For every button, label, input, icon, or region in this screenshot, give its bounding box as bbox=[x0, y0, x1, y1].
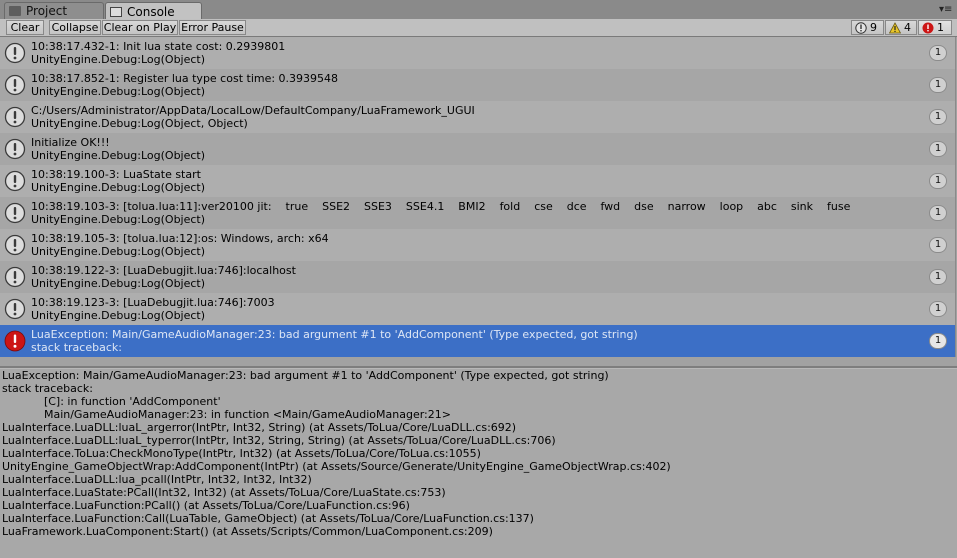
log-source: UnityEngine.Debug:Log(Object) bbox=[31, 245, 206, 258]
log-message: 10:38:19.103-3: [tolua.lua:11]:ver20100 … bbox=[31, 200, 851, 213]
log-source: UnityEngine.Debug:Log(Object) bbox=[31, 149, 206, 162]
error-filter-toggle[interactable]: 1 bbox=[918, 20, 952, 35]
log-entry[interactable]: 10:38:17.432-1: Init lua state cost: 0.2… bbox=[0, 37, 955, 69]
collapse-count-badge: 1 bbox=[929, 205, 947, 221]
log-source: UnityEngine.Debug:Log(Object) bbox=[31, 213, 206, 226]
collapse-count-badge: 1 bbox=[929, 77, 947, 93]
collapse-count-badge: 1 bbox=[929, 301, 947, 317]
log-message: 10:38:19.105-3: [tolua.lua:12]:os: Windo… bbox=[31, 232, 329, 245]
warning-icon bbox=[889, 21, 901, 33]
log-count: 9 bbox=[870, 21, 877, 34]
stack-trace-line: UnityEngine_GameObjectWrap:AddComponent(… bbox=[2, 460, 671, 473]
log-message: 10:38:19.100-3: LuaState start bbox=[31, 168, 201, 181]
log-message: 10:38:19.122-3: [LuaDebugjit.lua:746]:lo… bbox=[31, 264, 296, 277]
window-tab-bar: Project Console ▾≡ bbox=[0, 0, 957, 20]
stack-trace-line: LuaInterface.LuaDLL:lua_pcall(IntPtr, In… bbox=[2, 473, 312, 486]
log-message: Initialize OK!!! bbox=[31, 136, 110, 149]
stack-trace-line: Main/GameAudioManager:23: in function <M… bbox=[2, 408, 451, 421]
log-source: UnityEngine.Debug:Log(Object) bbox=[31, 309, 206, 322]
info-icon bbox=[4, 138, 26, 160]
info-icon bbox=[4, 266, 26, 288]
collapse-count-badge: 1 bbox=[929, 109, 947, 125]
clear-on-play-toggle[interactable]: Clear on Play bbox=[102, 20, 178, 35]
tab-project[interactable]: Project bbox=[4, 2, 104, 19]
log-source: UnityEngine.Debug:Log(Object) bbox=[31, 277, 206, 290]
collapse-count-badge: 1 bbox=[929, 237, 947, 253]
stack-trace-line: LuaInterface.LuaFunction:Call(LuaTable, … bbox=[2, 512, 534, 525]
tab-project-label: Project bbox=[26, 4, 68, 18]
log-entry[interactable]: 10:38:19.105-3: [tolua.lua:12]:os: Windo… bbox=[0, 229, 955, 261]
info-icon bbox=[4, 298, 26, 320]
info-icon bbox=[4, 202, 26, 224]
info-icon bbox=[855, 21, 867, 34]
error-icon bbox=[4, 330, 26, 352]
stack-trace-line: stack traceback: bbox=[2, 382, 93, 395]
log-entry[interactable]: Initialize OK!!! UnityEngine.Debug:Log(O… bbox=[0, 133, 955, 165]
collapse-count-badge: 1 bbox=[929, 333, 947, 349]
log-message: 10:38:17.432-1: Init lua state cost: 0.2… bbox=[31, 40, 286, 53]
info-icon bbox=[4, 42, 26, 64]
console-toolbar: Clear Collapse Clear on Play Error Pause… bbox=[0, 19, 957, 37]
log-source: UnityEngine.Debug:Log(Object) bbox=[31, 181, 206, 194]
stack-trace-line: [C]: in function 'AddComponent' bbox=[2, 395, 221, 408]
stack-trace-line: LuaInterface.ToLua:CheckMonoType(IntPtr,… bbox=[2, 447, 481, 460]
log-entry[interactable]: 10:38:19.100-3: LuaState start UnityEngi… bbox=[0, 165, 955, 197]
log-source: UnityEngine.Debug:Log(Object) bbox=[31, 53, 206, 66]
log-source: UnityEngine.Debug:Log(Object) bbox=[31, 85, 206, 98]
collapse-count-badge: 1 bbox=[929, 173, 947, 189]
tab-console-label: Console bbox=[127, 4, 175, 19]
collapse-count-badge: 1 bbox=[929, 141, 947, 157]
error-count: 1 bbox=[937, 21, 944, 34]
log-filter-toggle[interactable]: 9 bbox=[851, 20, 884, 35]
log-entry[interactable]: 10:38:17.852-1: Register lua type cost t… bbox=[0, 69, 955, 101]
log-message: C:/Users/Administrator/AppData/LocalLow/… bbox=[31, 104, 475, 117]
info-icon bbox=[4, 106, 26, 128]
warning-count: 4 bbox=[904, 21, 911, 34]
collapse-count-badge: 1 bbox=[929, 269, 947, 285]
log-message: LuaException: Main/GameAudioManager:23: … bbox=[31, 328, 638, 341]
tab-console[interactable]: Console bbox=[105, 2, 202, 20]
console-icon bbox=[110, 6, 122, 17]
log-entry-selected[interactable]: LuaException: Main/GameAudioManager:23: … bbox=[0, 325, 955, 357]
info-icon bbox=[4, 234, 26, 256]
log-entry[interactable]: 10:38:19.122-3: [LuaDebugjit.lua:746]:lo… bbox=[0, 261, 955, 293]
info-icon bbox=[4, 170, 26, 192]
stack-trace-line: LuaException: Main/GameAudioManager:23: … bbox=[2, 369, 609, 382]
error-icon bbox=[922, 22, 934, 33]
info-icon bbox=[4, 74, 26, 96]
collapse-count-badge: 1 bbox=[929, 45, 947, 61]
stack-trace-line: LuaInterface.LuaState:PCall(Int32, Int32… bbox=[2, 486, 446, 499]
log-source: UnityEngine.Debug:Log(Object, Object) bbox=[31, 117, 248, 130]
stack-trace-panel[interactable]: LuaException: Main/GameAudioManager:23: … bbox=[0, 369, 957, 558]
log-message: 10:38:19.123-3: [LuaDebugjit.lua:746]:70… bbox=[31, 296, 275, 309]
clear-button[interactable]: Clear bbox=[6, 20, 44, 35]
folder-icon bbox=[9, 6, 21, 16]
log-entry[interactable]: 10:38:19.123-3: [LuaDebugjit.lua:746]:70… bbox=[0, 293, 955, 325]
log-entry[interactable]: 10:38:19.103-3: [tolua.lua:11]:ver20100 … bbox=[0, 197, 955, 229]
stack-trace-line: LuaInterface.LuaDLL:luaL_argerror(IntPtr… bbox=[2, 421, 517, 434]
stack-trace-line: LuaInterface.LuaDLL:luaL_typerror(IntPtr… bbox=[2, 434, 556, 447]
tab-menu-icon[interactable]: ▾≡ bbox=[939, 5, 952, 15]
log-source: stack traceback: bbox=[31, 341, 122, 354]
log-entry[interactable]: C:/Users/Administrator/AppData/LocalLow/… bbox=[0, 101, 955, 133]
warning-filter-toggle[interactable]: 4 bbox=[885, 20, 917, 35]
stack-trace-line: LuaFramework.LuaComponent:Start() (at As… bbox=[2, 525, 493, 538]
collapse-toggle[interactable]: Collapse bbox=[49, 20, 101, 35]
stack-trace-line: LuaInterface.LuaFunction:PCall() (at Ass… bbox=[2, 499, 410, 512]
console-log-list: 10:38:17.432-1: Init lua state cost: 0.2… bbox=[0, 37, 956, 357]
log-message: 10:38:17.852-1: Register lua type cost t… bbox=[31, 72, 339, 85]
error-pause-toggle[interactable]: Error Pause bbox=[179, 20, 246, 35]
